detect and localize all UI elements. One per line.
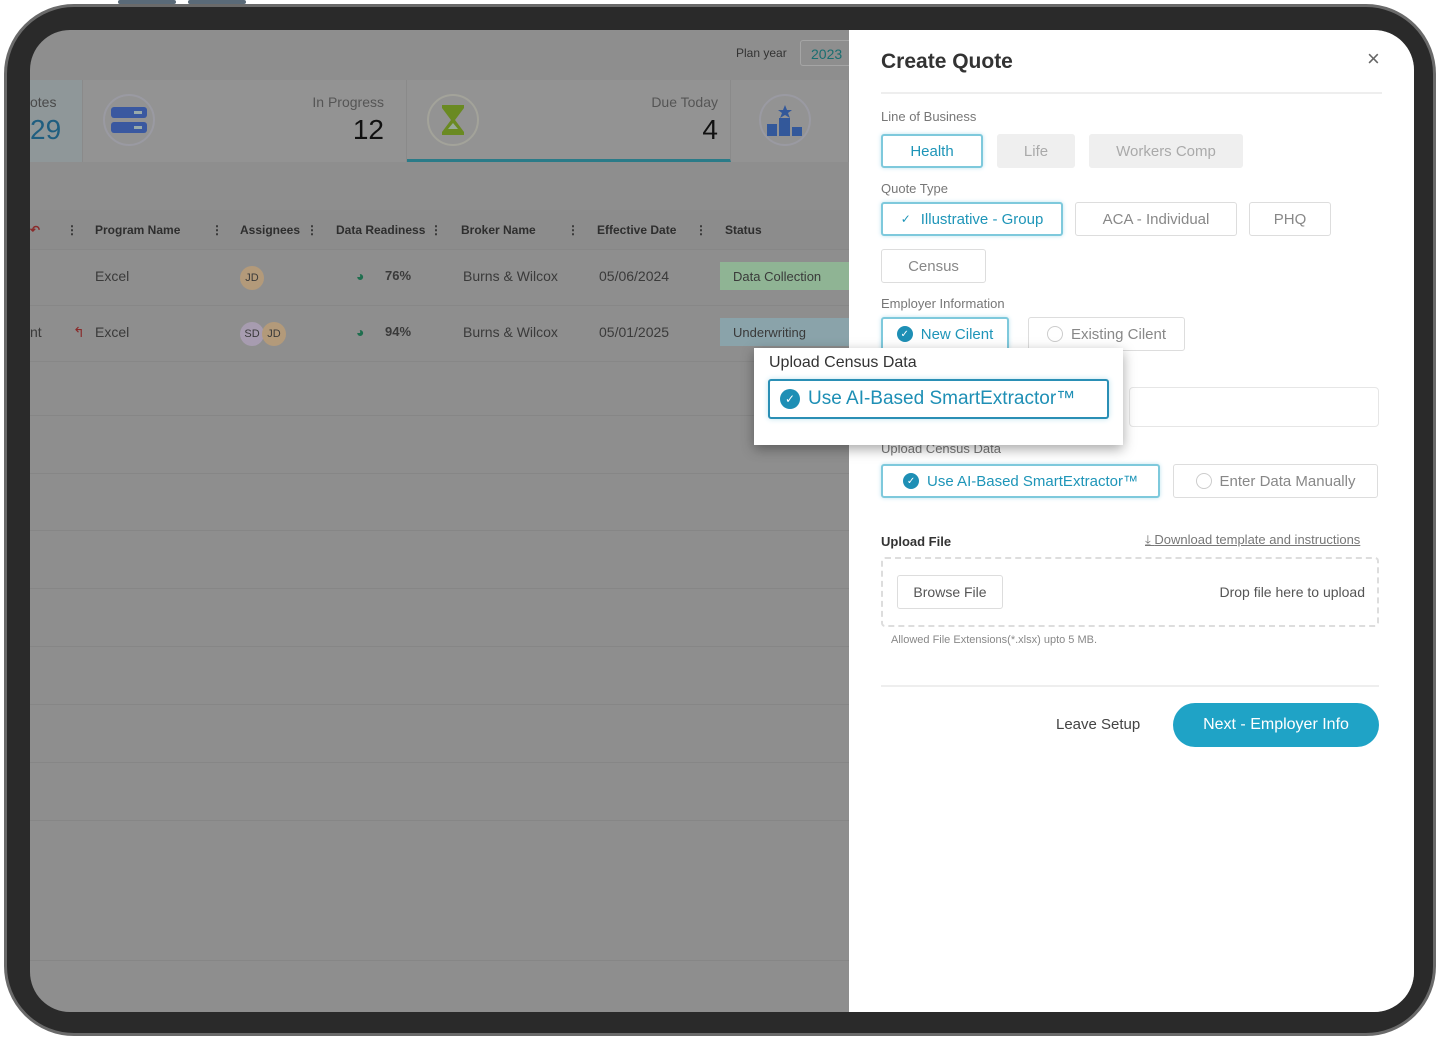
option-label: Illustrative - Group bbox=[920, 210, 1044, 228]
stat-label: Due Today bbox=[651, 94, 718, 110]
option-label: New Cilent bbox=[920, 325, 994, 343]
lob-life[interactable]: Life bbox=[997, 134, 1075, 168]
drop-hint: Drop file here to upload bbox=[1219, 584, 1365, 600]
column-menu-icon[interactable]: ⋮ bbox=[430, 223, 442, 237]
hourglass-icon bbox=[427, 94, 479, 146]
line-of-business-label: Line of Business bbox=[881, 109, 977, 124]
smart-extractor-option[interactable]: ✓ Use AI-Based SmartExtractor™ bbox=[881, 464, 1160, 498]
avatar: JD bbox=[262, 322, 286, 346]
stat-value: 12 bbox=[352, 114, 384, 145]
data-readiness-value: 94% bbox=[385, 324, 412, 339]
table-row[interactable]: Excel JD ◕ 76% Burns & Wilcox 05/06/2024… bbox=[30, 250, 849, 306]
broker-name: Burns & Wilcox bbox=[463, 268, 558, 284]
tablet-screen: Plan year 2023 otes 29 In Progress 12 Du… bbox=[30, 30, 1414, 1012]
new-client-option[interactable]: ✓ New Cilent bbox=[881, 317, 1009, 351]
lob-workers-comp[interactable]: Workers Comp bbox=[1089, 134, 1243, 168]
quote-type-illustrative-group[interactable]: ✓ Illustrative - Group bbox=[881, 202, 1063, 236]
create-quote-panel: Create Quote × Line of Business Health L… bbox=[849, 30, 1414, 1012]
column-header[interactable]: Effective Date bbox=[597, 223, 676, 237]
file-extension-hint: Allowed File Extensions(*.xlsx) upto 5 M… bbox=[891, 634, 1098, 646]
radio-icon bbox=[1046, 326, 1063, 342]
browse-file-button[interactable]: Browse File bbox=[897, 575, 1003, 609]
link-label: Download template and instructions bbox=[1154, 532, 1361, 547]
column-header[interactable]: Program Name bbox=[95, 223, 180, 237]
podium-icon bbox=[759, 94, 811, 146]
column-menu-icon[interactable]: ⋮ bbox=[211, 223, 223, 237]
enter-manually-option[interactable]: Enter Data Manually bbox=[1173, 464, 1378, 498]
quote-type-aca-individual[interactable]: ACA - Individual bbox=[1075, 202, 1237, 236]
stat-label: otes bbox=[30, 94, 57, 110]
check-icon: ✓ bbox=[900, 212, 911, 226]
upload-file-label: Upload File bbox=[881, 534, 952, 549]
stat-card-next[interactable] bbox=[731, 80, 849, 162]
column-header[interactable]: Status bbox=[725, 223, 762, 237]
employer-name-input[interactable] bbox=[1129, 387, 1379, 427]
stat-card-quotes[interactable]: otes 29 bbox=[30, 80, 83, 162]
program-name: Excel bbox=[95, 324, 130, 340]
dashboard-background: Plan year 2023 otes 29 In Progress 12 Du… bbox=[30, 30, 860, 1012]
program-name: Excel bbox=[95, 268, 130, 284]
status-badge: Underwriting bbox=[720, 318, 849, 346]
column-menu-icon[interactable]: ⋮ bbox=[306, 223, 318, 237]
effective-date: 05/01/2025 bbox=[599, 324, 670, 340]
data-readiness-icon: ◕ bbox=[356, 268, 365, 284]
column-header[interactable]: Assignees bbox=[240, 223, 300, 237]
column-menu-icon[interactable]: ⋮ bbox=[695, 223, 707, 237]
broker-name: Burns & Wilcox bbox=[463, 324, 558, 340]
column-header[interactable]: Broker Name bbox=[461, 223, 536, 237]
census-callout: Upload Census Data ✓ Use AI-Based SmartEx… bbox=[754, 348, 1123, 445]
table-header: ↶ ⋮ Program Name ⋮ Assignees ⋮ Data Readin… bbox=[30, 210, 849, 250]
data-readiness-value: 76% bbox=[385, 268, 412, 283]
option-label: Use AI-Based SmartExtractor™ bbox=[808, 388, 1076, 409]
leave-setup-button[interactable]: Leave Setup bbox=[1056, 716, 1140, 733]
avatar: JD bbox=[240, 266, 264, 290]
option-label: Use AI-Based SmartExtractor™ bbox=[927, 472, 1138, 490]
lob-health[interactable]: Health bbox=[881, 134, 983, 168]
column-menu-icon[interactable]: ⋮ bbox=[567, 223, 579, 237]
close-icon[interactable]: × bbox=[1367, 46, 1380, 72]
employer-information-label: Employer Information bbox=[881, 296, 1005, 311]
stat-value: 4 bbox=[702, 114, 718, 145]
check-circle-icon: ✓ bbox=[780, 389, 800, 409]
callout-label: Upload Census Data bbox=[769, 354, 917, 371]
download-icon: ⤓ bbox=[1145, 532, 1155, 547]
plan-year-label: Plan year bbox=[736, 46, 787, 60]
column-menu-icon[interactable]: ⋮ bbox=[66, 223, 78, 237]
table-row[interactable]: nt ↰ Excel SD JD ◕ 94% Burns & Wilcox 05… bbox=[30, 306, 849, 362]
reply-icon: ↰ bbox=[73, 324, 85, 340]
stat-label: In Progress bbox=[312, 94, 384, 110]
callout-smart-extractor-option[interactable]: ✓ Use AI-Based SmartExtractor™ bbox=[768, 379, 1109, 419]
stat-value: 29 bbox=[30, 114, 62, 145]
effective-date: 05/06/2024 bbox=[599, 268, 670, 284]
check-circle-icon: ✓ bbox=[903, 473, 920, 489]
option-label: Existing Cilent bbox=[1070, 325, 1167, 343]
file-drop-zone[interactable]: Browse File Drop file here to upload bbox=[881, 557, 1379, 627]
server-icon bbox=[103, 94, 155, 146]
data-readiness-icon: ◕ bbox=[356, 324, 365, 340]
quote-type-census[interactable]: Census bbox=[881, 249, 986, 283]
next-employer-info-button[interactable]: Next - Employer Info bbox=[1173, 703, 1379, 747]
quote-type-phq[interactable]: PHQ bbox=[1249, 202, 1331, 236]
download-template-link[interactable]: ⤓ Download template and instructions bbox=[1145, 532, 1360, 548]
status-badge: Data Collection bbox=[720, 262, 849, 290]
avatar: SD bbox=[240, 322, 264, 346]
modal-title: Create Quote bbox=[881, 50, 1013, 73]
stat-card-due-today[interactable]: Due Today 4 bbox=[407, 80, 731, 162]
row-prefix: nt bbox=[30, 324, 42, 340]
quote-type-label: Quote Type bbox=[881, 181, 948, 196]
existing-client-option[interactable]: Existing Cilent bbox=[1028, 317, 1185, 351]
column-header[interactable]: Data Readiness bbox=[336, 223, 425, 237]
stat-card-in-progress[interactable]: In Progress 12 bbox=[83, 80, 407, 162]
check-circle-icon: ✓ bbox=[896, 326, 913, 342]
radio-icon bbox=[1195, 473, 1212, 489]
option-label: Enter Data Manually bbox=[1219, 472, 1356, 490]
